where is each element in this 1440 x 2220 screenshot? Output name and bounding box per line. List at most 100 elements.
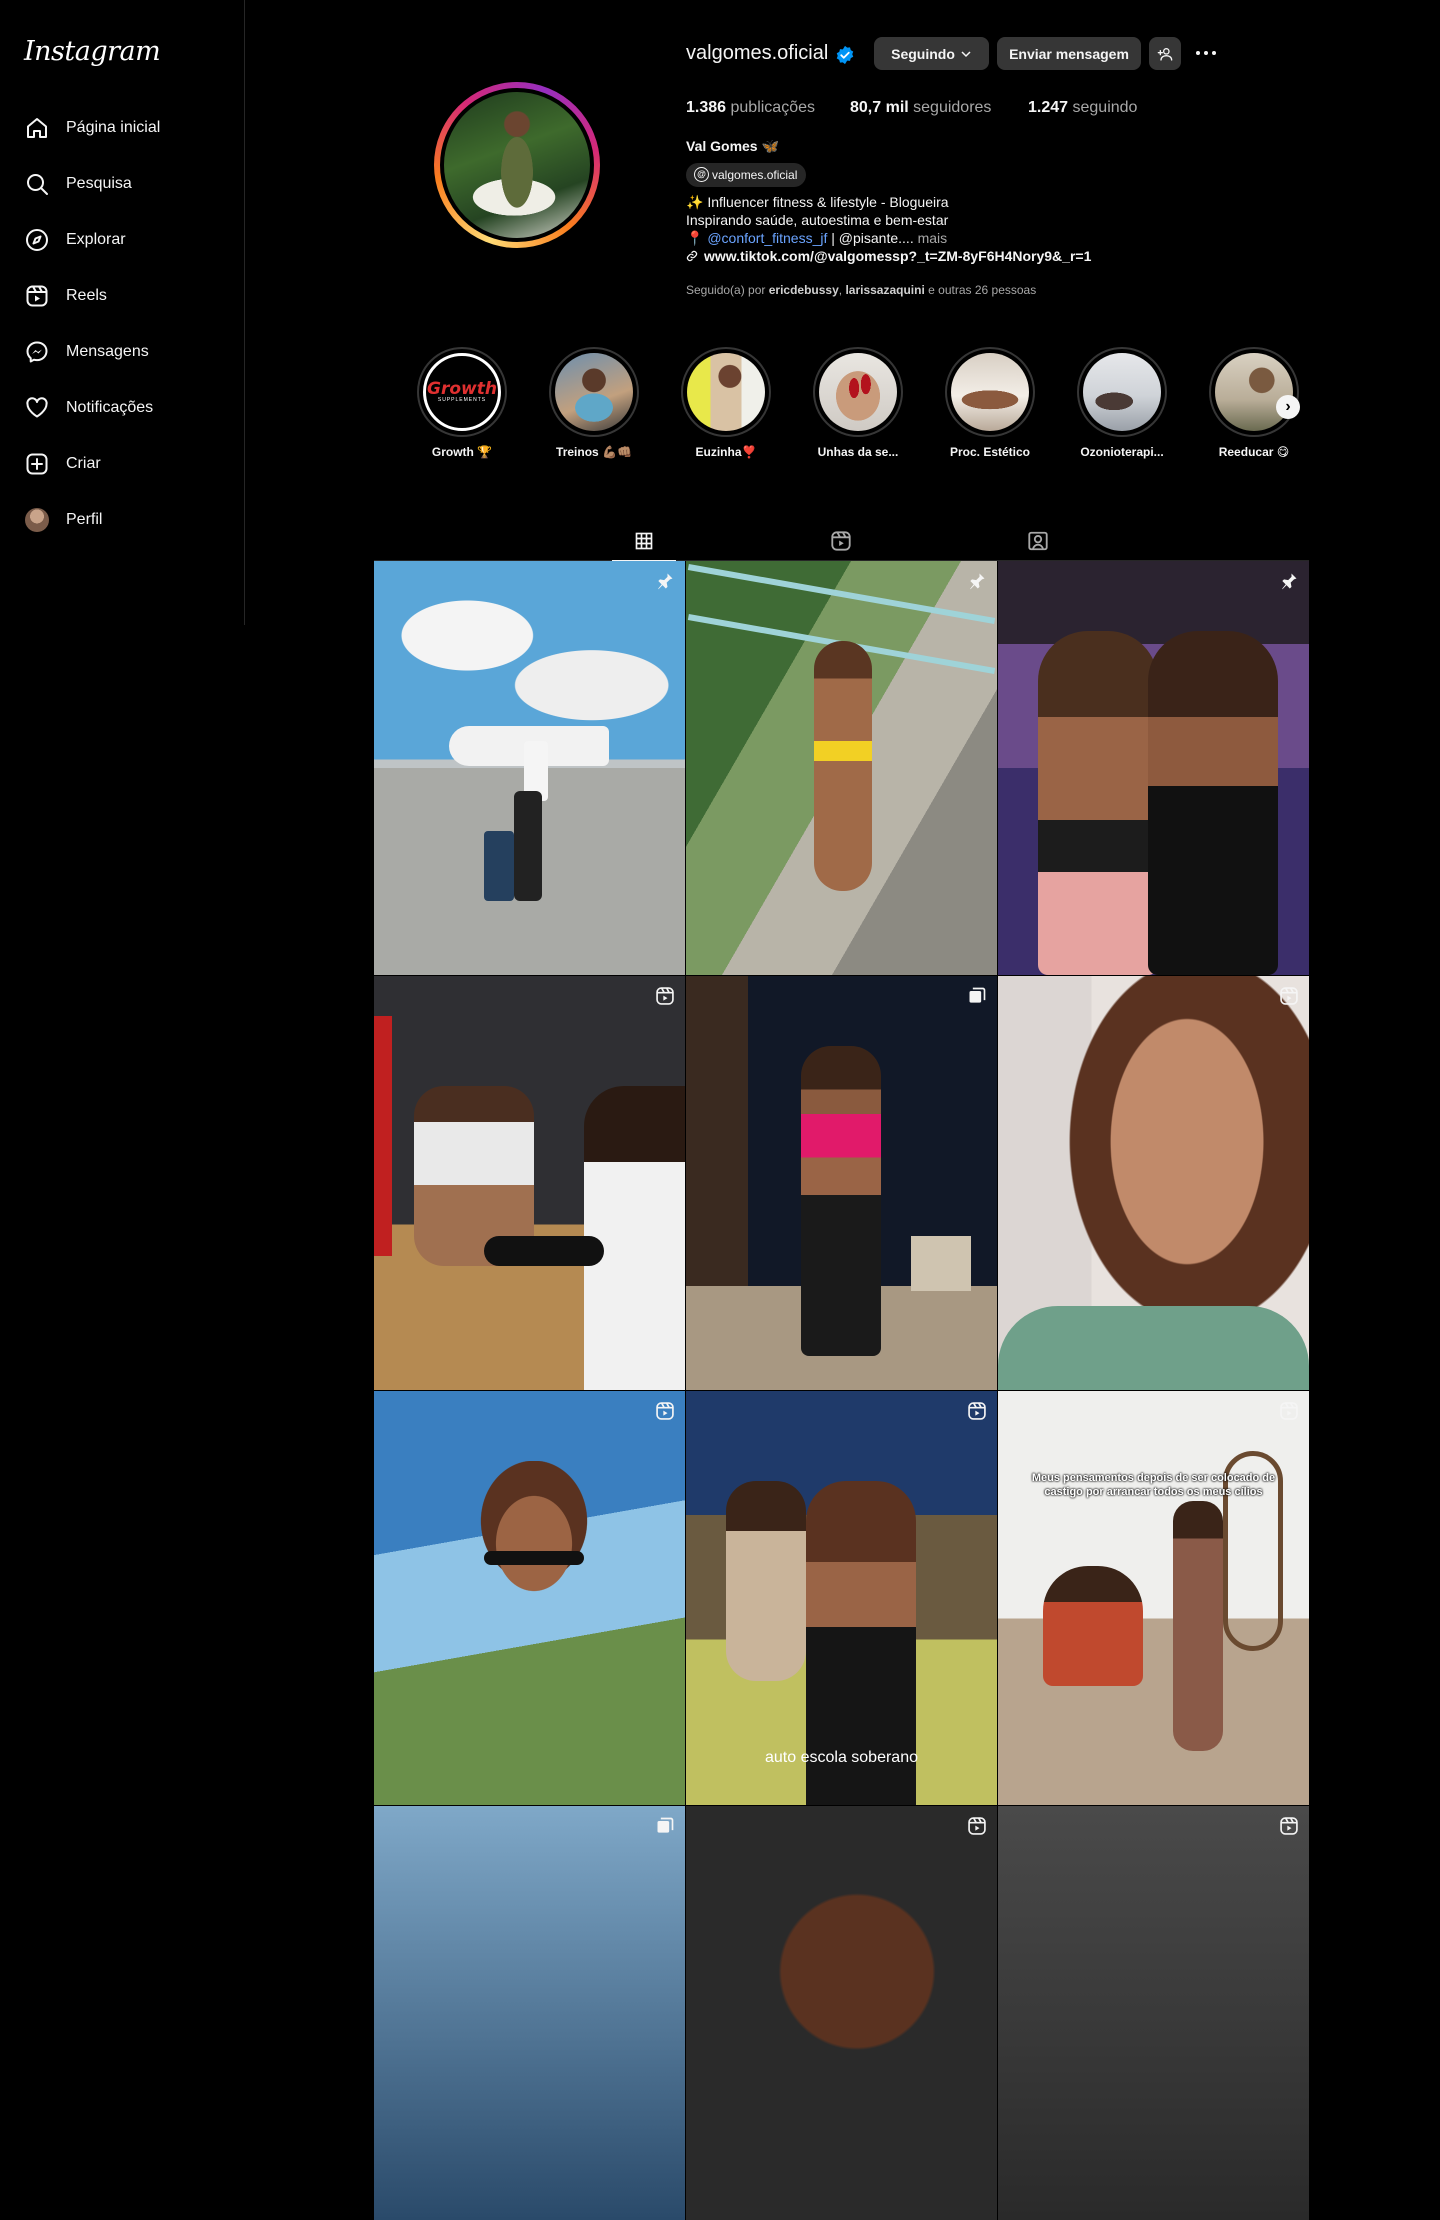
followers-count[interactable]: 80,7 mil seguidores bbox=[850, 99, 991, 117]
tab-reels[interactable] bbox=[809, 522, 873, 560]
followers-count-value: 80,7 mil bbox=[850, 99, 909, 116]
post-caption-overlay: Meus pensamentos depois de ser colocado … bbox=[1031, 1472, 1276, 1498]
suggest-people-button[interactable] bbox=[1149, 37, 1181, 70]
growth-logo: Growth bbox=[427, 378, 497, 399]
followed-by-user: larissazaquini bbox=[845, 283, 925, 297]
carousel-badge-icon bbox=[657, 1817, 674, 1833]
post-caption-overlay: auto escola soberano bbox=[765, 1749, 918, 1766]
pin-icon bbox=[658, 573, 673, 590]
profile-link[interactable]: www.tiktok.com/@valgomessp?_t=ZM-8yF6H4N… bbox=[686, 248, 1091, 264]
highlight-ozonioterapia[interactable]: Ozonioterapi... bbox=[1075, 347, 1169, 459]
sidebar-item-search[interactable]: Pesquisa bbox=[0, 156, 244, 212]
highlight-label: Treinos 💪🏽👊🏽 bbox=[556, 445, 632, 459]
bio-line: 📍 @confort_fitness_jf | @pisante.... mai… bbox=[686, 230, 947, 247]
highlight-cover bbox=[555, 353, 633, 431]
followers-count-label: seguidores bbox=[913, 99, 992, 116]
highlight-ring bbox=[813, 347, 903, 437]
sidebar-item-profile[interactable]: Perfil bbox=[0, 492, 244, 548]
bio-line: Inspirando saúde, autoestima e bem-estar bbox=[686, 212, 949, 228]
profile-username[interactable]: valgomes.oficial bbox=[686, 42, 828, 65]
sidebar: Instagram Página inicial Pesquisa Explor… bbox=[0, 0, 245, 625]
sidebar-item-notifications[interactable]: Notificações bbox=[0, 380, 244, 436]
growth-logo-sub: SUPPLEMENTS bbox=[437, 396, 487, 403]
reels-icon bbox=[831, 531, 851, 551]
following-count-value: 1.247 bbox=[1028, 99, 1069, 116]
profile-link-text: www.tiktok.com/@valgomessp?_t=ZM-8yF6H4N… bbox=[704, 248, 1092, 264]
bio-line: ✨ Influencer fitness & lifestyle - Blogu… bbox=[686, 194, 949, 210]
avatar bbox=[24, 507, 50, 533]
following-button[interactable]: Seguindo bbox=[874, 37, 989, 70]
messenger-icon bbox=[24, 339, 50, 365]
grid-post[interactable] bbox=[374, 561, 685, 975]
grid-post[interactable] bbox=[998, 1806, 1309, 2220]
highlights-next-button[interactable]: › bbox=[1276, 395, 1300, 419]
reel-badge-icon bbox=[656, 1402, 674, 1420]
highlight-label: Proc. Estético bbox=[949, 445, 1031, 459]
followed-by-suffix: e outras 26 pessoas bbox=[924, 283, 1037, 297]
search-icon bbox=[24, 171, 50, 197]
grid-post[interactable] bbox=[998, 976, 1309, 1390]
tab-posts[interactable] bbox=[612, 522, 676, 561]
highlight-cover bbox=[819, 353, 897, 431]
pin-icon: 📍 bbox=[686, 230, 704, 246]
sidebar-item-messages[interactable]: Mensagens bbox=[0, 324, 244, 380]
grid-post[interactable]: auto escola soberano bbox=[686, 1391, 997, 1805]
followed-by[interactable]: Seguido(a) por ericdebussy, larissazaqui… bbox=[686, 283, 1036, 297]
bio-more-button[interactable]: mais bbox=[918, 230, 948, 246]
highlight-euzinha[interactable]: Euzinha❣️ bbox=[679, 347, 773, 459]
sidebar-item-label: Perfil bbox=[66, 511, 103, 528]
grid-post[interactable]: Meus pensamentos depois de ser colocado … bbox=[998, 1391, 1309, 1805]
grid-post[interactable] bbox=[686, 976, 997, 1390]
highlight-unhas[interactable]: Unhas da se... bbox=[811, 347, 905, 459]
reel-badge-icon bbox=[656, 987, 674, 1005]
bio-mention-link[interactable]: @confort_fitness_jf bbox=[707, 230, 827, 246]
more-options-icon[interactable] bbox=[1192, 43, 1220, 63]
highlight-cover bbox=[1215, 353, 1293, 431]
chevron-down-icon bbox=[961, 50, 971, 57]
tab-tagged[interactable] bbox=[1006, 522, 1070, 560]
sidebar-item-explore[interactable]: Explorar bbox=[0, 212, 244, 268]
sidebar-item-label: Reels bbox=[66, 287, 107, 304]
threads-handle: valgomes.oficial bbox=[712, 168, 798, 182]
grid-post[interactable] bbox=[374, 1806, 685, 2220]
threads-icon: @ bbox=[694, 167, 709, 182]
sidebar-item-label: Notificações bbox=[66, 399, 154, 416]
highlight-ring: Growth SUPPLEMENTS bbox=[417, 347, 507, 437]
highlight-label: Ozonioterapi... bbox=[1080, 445, 1164, 459]
sidebar-item-label: Pesquisa bbox=[66, 175, 132, 192]
highlight-proc-estetico[interactable]: Proc. Estético bbox=[943, 347, 1037, 459]
followed-by-user: ericdebussy bbox=[768, 283, 839, 297]
highlight-label: Unhas da se... bbox=[817, 445, 899, 459]
bio-text: | @pisante.... bbox=[827, 230, 914, 246]
grid-post[interactable] bbox=[686, 1806, 997, 2220]
profile-picture[interactable] bbox=[440, 88, 594, 242]
grid-post[interactable] bbox=[374, 976, 685, 1390]
following-count[interactable]: 1.247 seguindo bbox=[1028, 99, 1137, 117]
sidebar-item-label: Criar bbox=[66, 455, 101, 472]
highlight-ring bbox=[549, 347, 639, 437]
posts-count: 1.386 publicações bbox=[686, 99, 815, 117]
highlight-growth[interactable]: Growth SUPPLEMENTS Growth 🏆 bbox=[415, 347, 509, 459]
highlight-cover bbox=[1083, 353, 1161, 431]
sidebar-item-reels[interactable]: Reels bbox=[0, 268, 244, 324]
pin-icon bbox=[970, 573, 985, 590]
verified-badge-icon bbox=[836, 45, 854, 65]
instagram-logo[interactable]: Instagram bbox=[24, 36, 161, 67]
send-message-button[interactable]: Enviar mensagem bbox=[997, 37, 1141, 70]
highlight-treinos[interactable]: Treinos 💪🏽👊🏽 bbox=[547, 347, 641, 459]
pin-icon bbox=[1282, 573, 1297, 590]
sidebar-item-label: Página inicial bbox=[66, 119, 161, 136]
highlight-ring bbox=[1077, 347, 1167, 437]
reels-icon bbox=[24, 283, 50, 309]
sidebar-item-home[interactable]: Página inicial bbox=[0, 100, 244, 156]
grid-post[interactable] bbox=[686, 561, 997, 975]
sidebar-item-create[interactable]: Criar bbox=[0, 436, 244, 492]
reel-badge-icon bbox=[1280, 1402, 1298, 1420]
sidebar-nav: Página inicial Pesquisa Explorar Reels M… bbox=[0, 100, 244, 548]
grid-post[interactable] bbox=[374, 1391, 685, 1805]
compass-icon bbox=[24, 227, 50, 253]
grid-post[interactable] bbox=[998, 561, 1309, 975]
highlight-label: Reeducar 😋 bbox=[1218, 445, 1290, 459]
threads-badge[interactable]: @ valgomes.oficial bbox=[686, 163, 807, 187]
highlight-ring bbox=[1209, 347, 1299, 437]
